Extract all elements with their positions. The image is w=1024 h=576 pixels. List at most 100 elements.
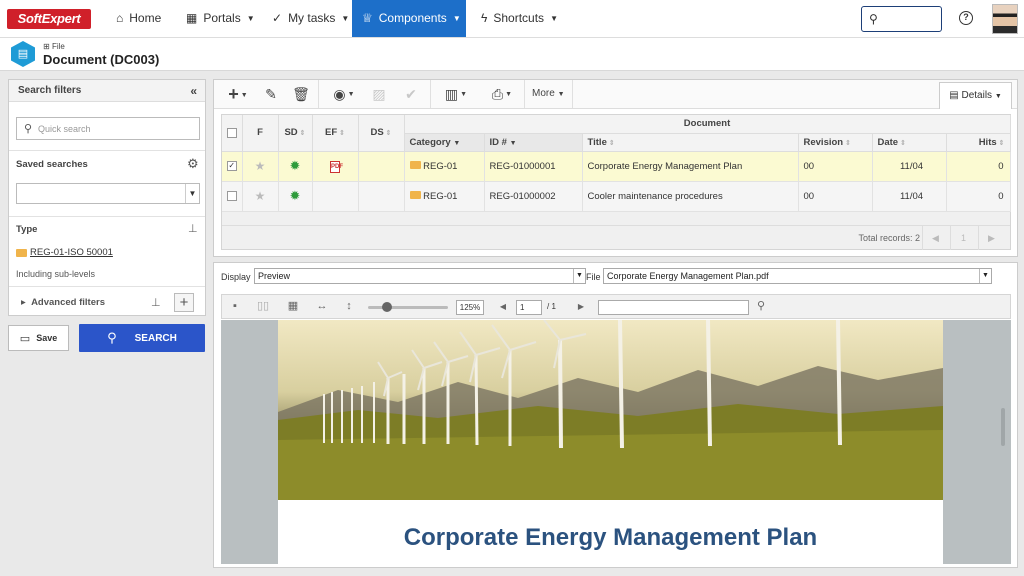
type-filter-link[interactable]: REG-01-ISO 50001 — [16, 247, 113, 258]
star-icon[interactable]: ★ — [255, 159, 266, 173]
zoom-slider[interactable] — [368, 302, 448, 312]
id-cell: REG-01000001 — [484, 151, 583, 182]
nav-shortcuts-label: Shortcuts — [493, 11, 545, 25]
column-header-ef[interactable]: EF ⇕ — [312, 115, 359, 152]
sort-desc-icon: ▼ — [453, 139, 461, 147]
search-icon: ⚲ — [756, 300, 766, 312]
electronic-file-cell[interactable]: PDF — [312, 151, 359, 182]
file-select[interactable]: Corporate Energy Management Plan.pdf ▼ — [603, 268, 992, 284]
column-header-date[interactable]: Date ⇕ — [872, 133, 947, 152]
row-checkbox[interactable]: ✓ — [226, 160, 237, 171]
column-header-title[interactable]: Title ⇕ — [582, 133, 799, 152]
help-button[interactable]: ? — [959, 11, 973, 25]
two-page-button[interactable]: ▯▯ — [252, 295, 274, 318]
column-header-category[interactable]: Category ▼ — [404, 133, 485, 152]
column-header-id[interactable]: ID # ▼ — [484, 133, 583, 152]
nav-components-label: Components — [378, 11, 447, 25]
favorite-cell[interactable]: ★ — [242, 181, 279, 212]
check-icon: ✔ — [405, 86, 417, 102]
sidebar-toggle-button[interactable]: ▪ — [226, 295, 244, 318]
column-header-ds[interactable]: DS ⇕ — [358, 115, 405, 152]
table-row[interactable]: ★ ✹ REG-01 REG-01000002 Cooler maintenan… — [222, 181, 1011, 212]
nav-shortcuts[interactable]: ϟ Shortcuts ▼ — [471, 0, 568, 37]
more-button[interactable]: More ▼ — [532, 80, 565, 108]
sort-icon: ⇕ — [299, 130, 306, 138]
toolbar-divider — [430, 80, 431, 108]
status-cell: ✹ — [278, 181, 313, 212]
row-select-cell[interactable]: ✓ — [222, 151, 243, 182]
global-search-input[interactable]: ⚲ — [861, 6, 942, 32]
file-menu[interactable]: ⊞ File — [43, 42, 65, 51]
eraser-icon[interactable]: ⊥ — [151, 296, 161, 309]
add-button[interactable]: + ▼ — [220, 80, 256, 108]
folder-icon — [16, 248, 27, 257]
divider — [9, 286, 205, 287]
table-icon: ▤ — [949, 90, 959, 101]
collapse-icon[interactable]: « — [190, 80, 197, 102]
find-button[interactable]: ⚲ — [752, 295, 770, 318]
column-header-f-label: F — [257, 127, 263, 139]
zoom-input[interactable]: 125% — [456, 300, 484, 315]
nav-components[interactable]: ♕ Components ▼ — [352, 0, 466, 37]
date-cell: 11/04 — [872, 181, 947, 212]
save-button[interactable]: ▭ Save — [8, 325, 69, 351]
pdf-preview-area[interactable]: Corporate Energy Management Plan — [221, 320, 1011, 564]
sub-levels-note: Including sub-levels — [16, 269, 96, 279]
table-row[interactable]: ✓ ★ ✹ PDF REG-01 REG-01000001 Corporate … — [222, 151, 1011, 182]
details-view-tab[interactable]: ▤ Details ▼ — [939, 82, 1012, 109]
select-all-checkbox[interactable] — [226, 127, 237, 138]
column-header-sd[interactable]: SD ⇕ — [278, 115, 313, 152]
saved-searches-select[interactable]: ▼ — [16, 183, 200, 204]
quick-search-input[interactable]: ⚲ Quick search — [16, 117, 200, 140]
row-select-cell[interactable] — [222, 181, 243, 212]
sort-icon: ⇕ — [385, 130, 392, 138]
column-header-hits-label: Hits — [978, 136, 997, 148]
column-header-hits[interactable]: Hits ⇕ — [946, 133, 1011, 152]
find-input[interactable] — [598, 300, 749, 315]
delete-button[interactable]: 🗑 — [290, 80, 312, 108]
print-button[interactable]: ⎙ ▼ — [482, 80, 522, 108]
row-checkbox[interactable] — [226, 190, 237, 201]
column-header-f[interactable]: F — [242, 115, 279, 152]
thumbnails-button[interactable]: ▦ — [284, 295, 302, 318]
prev-page-button[interactable]: ◀ — [496, 295, 510, 318]
scrollbar[interactable] — [1001, 408, 1005, 446]
display-select[interactable]: Preview ▼ — [254, 268, 586, 284]
select-all-header[interactable] — [222, 115, 243, 152]
next-page-button[interactable]: ▶ — [574, 295, 588, 318]
chevron-down-icon: ▼ — [246, 14, 255, 23]
fit-height-button[interactable]: ↕ — [340, 295, 358, 318]
nav-home[interactable]: ⌂ Home — [106, 0, 171, 37]
nav-portals[interactable]: ▦ Portals ▼ — [176, 0, 265, 37]
zoom-slider-knob[interactable] — [382, 302, 392, 312]
column-header-id-label: ID # — [489, 136, 507, 148]
column-header-revision[interactable]: Revision ⇕ — [798, 133, 873, 152]
approve-button[interactable]: ✔ — [400, 80, 422, 108]
prev-page-button[interactable]: ◀ — [922, 226, 948, 250]
next-page-button[interactable]: ▶ — [978, 226, 1004, 250]
top-navigation: SoftExpert ⌂ Home ▦ Portals ▼ ✓ My tasks… — [0, 0, 1024, 38]
star-icon[interactable]: ★ — [255, 189, 266, 203]
favorite-cell[interactable]: ★ — [242, 151, 279, 182]
fit-width-button[interactable]: ↔ — [312, 295, 332, 318]
nav-my-tasks[interactable]: ✓ My tasks ▼ — [262, 0, 359, 37]
reports-button[interactable]: ▥ ▼ — [438, 80, 474, 108]
sort-icon: ⇕ — [845, 139, 851, 147]
softexpert-logo[interactable]: SoftExpert — [7, 9, 91, 29]
gear-icon[interactable]: ⚙ — [187, 156, 199, 172]
edit-button[interactable]: ✎ — [260, 80, 282, 108]
search-filters-title: Search filters — [18, 85, 82, 96]
page-input[interactable]: 1 — [516, 300, 542, 315]
save-button-label: Save — [36, 333, 58, 343]
eye-icon: ◉ — [333, 86, 346, 102]
search-button[interactable]: ⚲ SEARCH — [79, 324, 205, 352]
view-button[interactable]: ◉ ▼ — [326, 80, 362, 108]
display-label: Display — [221, 272, 251, 282]
checkout-button[interactable]: ▨ — [368, 80, 390, 108]
chevron-down-icon: ▼ — [240, 92, 248, 100]
advanced-filters-toggle[interactable]: ▸ Advanced filters — [21, 297, 105, 308]
add-filter-button[interactable]: + — [174, 293, 194, 312]
avatar[interactable] — [992, 4, 1018, 34]
eraser-icon[interactable]: ⊥ — [188, 222, 198, 235]
pdf-icon[interactable]: PDF — [330, 160, 343, 173]
